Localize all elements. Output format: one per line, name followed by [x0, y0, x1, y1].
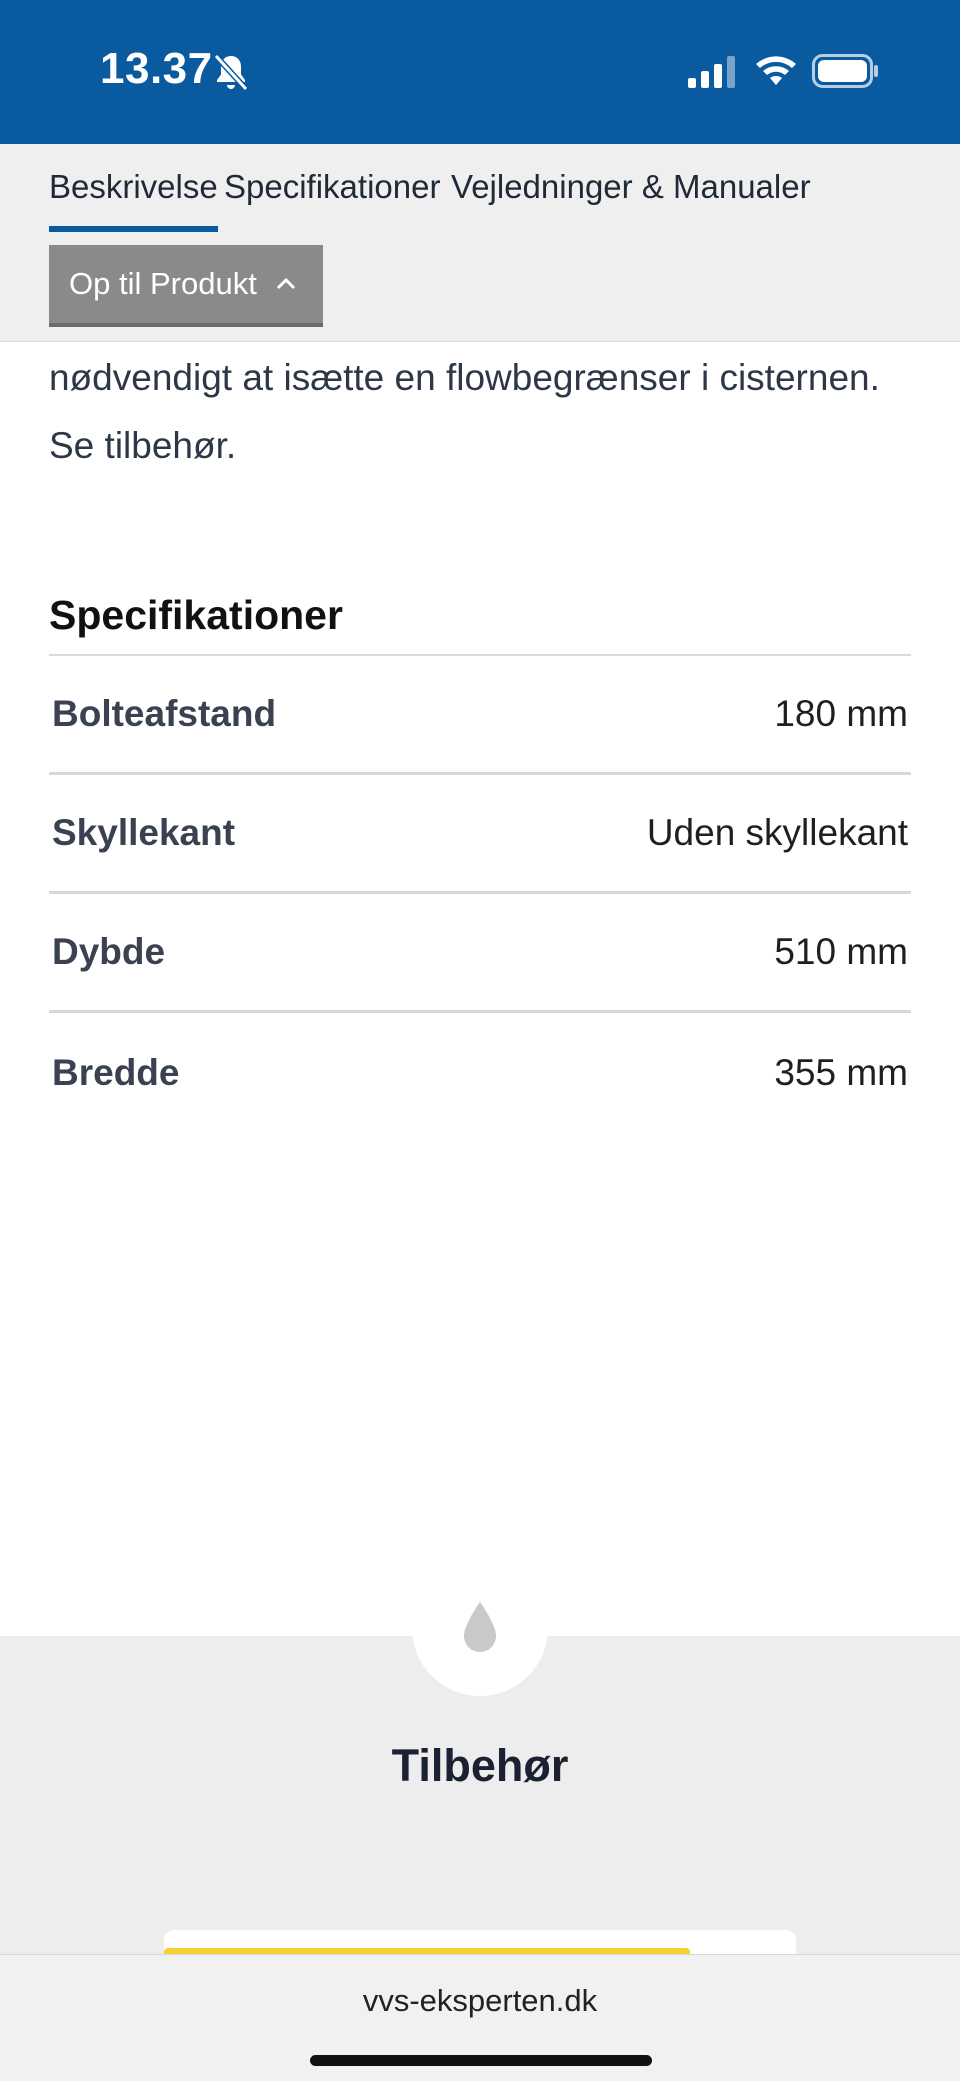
- specifications-heading: Specifikationer: [49, 592, 343, 638]
- water-drop-icon: [464, 1602, 496, 1652]
- up-to-product-label: Op til Produkt: [69, 266, 257, 301]
- bell-muted-icon: [213, 53, 249, 92]
- tab-specifikationer[interactable]: Specifikationer: [224, 168, 440, 226]
- home-indicator: [310, 2055, 652, 2066]
- spec-row: Skyllekant Uden skyllekant: [49, 775, 911, 894]
- wifi-icon: [756, 56, 796, 85]
- spec-value: 510 mm: [774, 931, 908, 972]
- see-accessories-link[interactable]: Se tilbehør.: [49, 412, 919, 480]
- tab-beskrivelse[interactable]: Beskrivelse: [49, 168, 218, 232]
- spec-label: Skyllekant: [52, 812, 236, 853]
- spec-value: 355 mm: [774, 1051, 908, 1093]
- accessories-heading: Tilbehør: [391, 1740, 569, 1791]
- description-line: nødvendigt at isætte en flowbegrænser i …: [49, 357, 880, 398]
- status-time: 13.37: [100, 44, 213, 93]
- spec-row: Bredde 355 mm: [49, 1013, 911, 1132]
- signal-icon: [688, 56, 735, 88]
- spec-label: Dybde: [52, 931, 166, 972]
- product-description: nødvendigt at isætte en flowbegrænser i …: [49, 344, 919, 480]
- spec-row: Bolteafstand 180 mm: [49, 656, 911, 775]
- battery-icon: [812, 54, 878, 88]
- spec-label: Bredde: [52, 1051, 180, 1093]
- browser-address-bar[interactable]: vvs-eksperten.dk: [0, 1954, 960, 2081]
- spec-row: Dybde 510 mm: [49, 894, 911, 1013]
- status-bar: 13.37: [0, 0, 960, 144]
- spec-value: Uden skyllekant: [646, 812, 908, 853]
- url-text[interactable]: vvs-eksperten.dk: [0, 1983, 960, 2019]
- spec-label: Bolteafstand: [52, 693, 277, 734]
- accessories-badge: [412, 1560, 548, 1696]
- specifications-table: Bolteafstand 180 mm Skyllekant Uden skyl…: [49, 654, 911, 1132]
- tab-vejledninger-manualer[interactable]: Vejledninger & Manualer: [451, 168, 811, 226]
- tab-bar: Beskrivelse Specifikationer Vejledninger…: [0, 144, 960, 342]
- spec-value: 180 mm: [774, 693, 908, 734]
- up-to-product-button[interactable]: Op til Produkt: [49, 245, 323, 327]
- chevron-up-icon: [276, 277, 295, 290]
